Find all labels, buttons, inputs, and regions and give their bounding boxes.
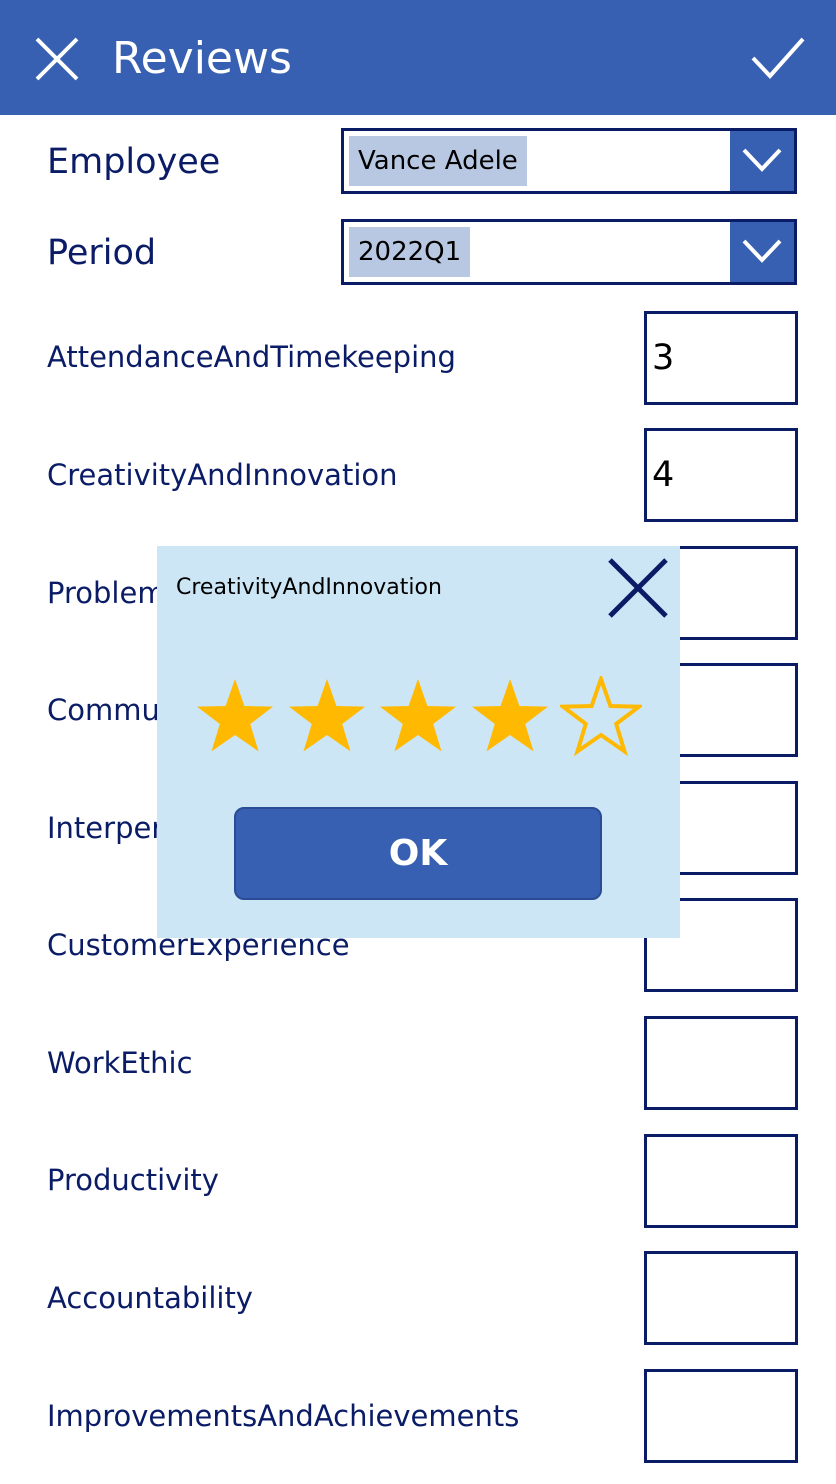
- rating-label-improvements: ImprovementsAndAchievements: [47, 1399, 520, 1433]
- rating-input-work-ethic[interactable]: [644, 1016, 798, 1110]
- rating-label-productivity: Productivity: [47, 1163, 219, 1197]
- popup-title: CreativityAndInnovation: [176, 575, 442, 600]
- period-selected-value: 2022Q1: [349, 227, 471, 277]
- employee-label: Employee: [47, 142, 221, 182]
- rating-input-accountability[interactable]: [644, 1251, 798, 1345]
- app-header: Reviews: [0, 0, 836, 115]
- rating-label-attendance: AttendanceAndTimekeeping: [47, 340, 456, 374]
- rating-input-improvements[interactable]: [644, 1369, 798, 1463]
- rating-label-creativity: CreativityAndInnovation: [47, 458, 398, 492]
- employee-dropdown-button[interactable]: [730, 131, 794, 191]
- star-icon[interactable]: [377, 676, 459, 758]
- rating-label-accountability: Accountability: [47, 1281, 253, 1315]
- star-icon[interactable]: [286, 676, 368, 758]
- rating-input-productivity[interactable]: [644, 1134, 798, 1228]
- employee-dropdown[interactable]: Vance Adele: [341, 128, 797, 194]
- checkmark-icon[interactable]: [750, 36, 806, 80]
- close-icon[interactable]: [606, 556, 670, 620]
- rating-input-attendance[interactable]: 3: [644, 311, 798, 405]
- star-icon[interactable]: [469, 676, 551, 758]
- chevron-down-icon: [742, 148, 782, 172]
- ok-button[interactable]: OK: [234, 807, 602, 900]
- page-title: Reviews: [112, 33, 292, 84]
- star-icon[interactable]: [194, 676, 276, 758]
- period-label: Period: [47, 233, 157, 273]
- rating-label-work-ethic: WorkEthic: [47, 1046, 193, 1080]
- employee-selected-value: Vance Adele: [349, 136, 527, 186]
- period-dropdown[interactable]: 2022Q1: [341, 219, 797, 285]
- rating-input-creativity[interactable]: 4: [644, 428, 798, 522]
- star-rating[interactable]: [194, 676, 644, 758]
- period-dropdown-button[interactable]: [730, 222, 794, 282]
- rating-popup: CreativityAndInnovation OK: [157, 546, 680, 938]
- star-icon[interactable]: [560, 676, 642, 758]
- chevron-down-icon: [742, 239, 782, 263]
- close-icon[interactable]: [34, 36, 80, 82]
